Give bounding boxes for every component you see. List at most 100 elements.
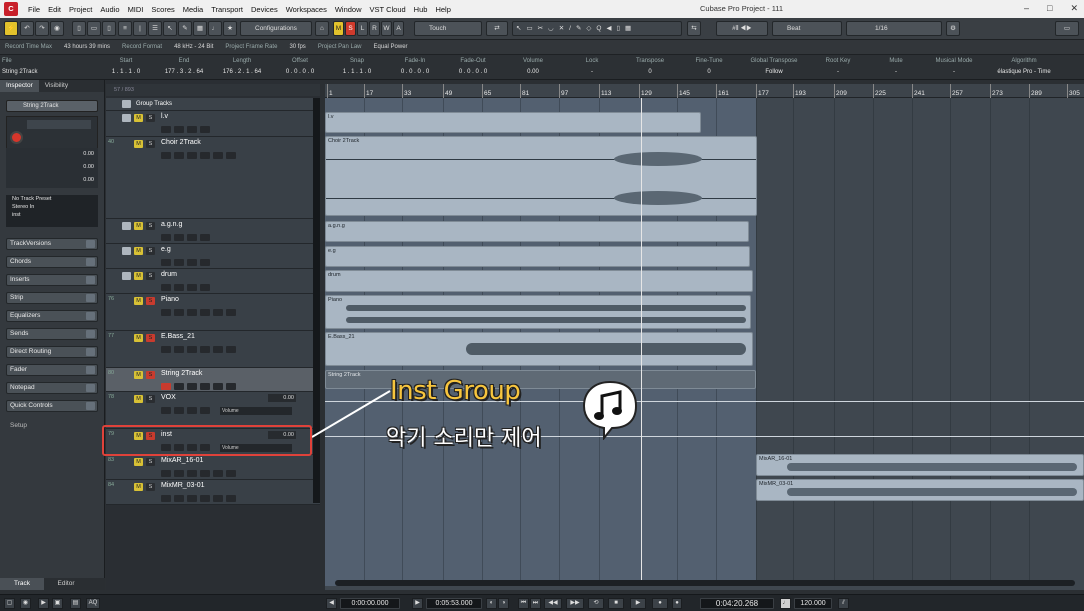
track-row[interactable]: 76 M S Piano: [106, 294, 320, 331]
tool-buttons[interactable]: ↖▭✂◡✕/✎◇Q◀▯▦: [512, 21, 682, 36]
track-controls[interactable]: [161, 383, 236, 391]
track-row[interactable]: 40 M S Choir 2Track: [106, 137, 320, 219]
horizontal-scrollbar[interactable]: [335, 580, 1075, 586]
write-automation-button[interactable]: W: [381, 21, 392, 36]
menu-audio[interactable]: Audio: [96, 5, 123, 14]
mute-button[interactable]: M: [134, 222, 143, 230]
menu-media[interactable]: Media: [179, 5, 207, 14]
section-chords[interactable]: Chords: [6, 256, 98, 268]
go-to-left-icon[interactable]: ◀: [326, 598, 337, 609]
star-icon[interactable]: ★: [223, 21, 237, 36]
transport-icon[interactable]: ◉: [20, 598, 31, 609]
transport-icon[interactable]: ▶: [38, 598, 49, 609]
track-controls[interactable]: [161, 234, 210, 242]
timeline-ruler[interactable]: 1 17 33 49 65 81 97 113 129 145 161 177 …: [325, 84, 1084, 98]
transport-icon[interactable]: ▤: [70, 598, 81, 609]
mute-button[interactable]: M: [134, 140, 143, 148]
quantize-settings-icon[interactable]: ⚙: [946, 21, 960, 36]
track-row-group-tracks[interactable]: Group Tracks: [106, 98, 320, 111]
output-routing[interactable]: inst: [12, 212, 92, 218]
section-notepad[interactable]: Notepad: [6, 382, 98, 394]
aq-button[interactable]: AQ: [86, 598, 100, 609]
punch-out-icon[interactable]: ◑: [498, 598, 509, 609]
menu-edit[interactable]: Edit: [44, 5, 65, 14]
solo-button[interactable]: S: [146, 334, 155, 342]
right-locator-display[interactable]: 0:05:53.000: [426, 598, 482, 609]
section-direct-routing[interactable]: Direct Routing: [6, 346, 98, 358]
configurations-dropdown[interactable]: Configurations: [240, 21, 312, 36]
minimize-icon[interactable]: –: [1024, 3, 1029, 14]
solo-button[interactable]: S: [146, 140, 155, 148]
menu-midi[interactable]: MIDI: [124, 5, 148, 14]
tab-track[interactable]: Track: [0, 578, 44, 590]
position-display[interactable]: 0:04:20.268: [700, 598, 774, 609]
lower-zone-icon[interactable]: ▭: [87, 21, 101, 36]
track-buttons[interactable]: [27, 120, 91, 129]
window-layout-icon[interactable]: ▭: [1055, 21, 1079, 36]
solo-button[interactable]: S: [146, 371, 155, 379]
left-zone-icon[interactable]: ▯: [72, 21, 86, 36]
mute-all-button[interactable]: M: [333, 21, 344, 36]
section-fader[interactable]: Fader: [6, 364, 98, 376]
go-to-start-icon[interactable]: ⏮: [518, 598, 529, 609]
event-drum[interactable]: drum: [325, 270, 753, 292]
metronome-icon[interactable]: ♩: [780, 598, 791, 609]
punch-icon[interactable]: ◐: [486, 598, 497, 609]
mute-button[interactable]: M: [134, 395, 143, 403]
menu-transport[interactable]: Transport: [207, 5, 247, 14]
list-icon[interactable]: ☰: [148, 21, 162, 36]
menu-devices[interactable]: Devices: [247, 5, 282, 14]
menu-hub[interactable]: Hub: [410, 5, 432, 14]
tab-visibility[interactable]: Visibility: [39, 80, 74, 92]
track-controls[interactable]: [161, 470, 236, 478]
track-controls[interactable]: [161, 284, 210, 292]
mute-button[interactable]: M: [134, 334, 143, 342]
volume-value[interactable]: 0.00: [268, 394, 296, 402]
playhead-cursor[interactable]: [641, 98, 642, 586]
grid-icon[interactable]: ▦: [193, 21, 207, 36]
track-row[interactable]: M S drum: [106, 269, 320, 294]
solo-button[interactable]: S: [146, 222, 155, 230]
event-piano[interactable]: Piano: [325, 295, 751, 329]
maximize-icon[interactable]: □: [1047, 3, 1052, 14]
event-mixmr[interactable]: MixMR_03-01: [756, 479, 1084, 501]
camera-icon[interactable]: ⌂: [315, 21, 329, 36]
track-row[interactable]: 83 M S MixAR_16-01: [106, 455, 320, 480]
tab-editor[interactable]: Editor: [44, 578, 88, 590]
tempo-display[interactable]: 120.000: [794, 598, 832, 609]
record-icon[interactable]: ●: [652, 598, 668, 609]
track-controls[interactable]: [161, 126, 210, 134]
solo-button[interactable]: S: [146, 458, 155, 466]
record-enable-icon[interactable]: [10, 131, 23, 144]
event-ebass[interactable]: E.Bass_21: [325, 332, 753, 366]
pointer-icon[interactable]: ↖: [163, 21, 177, 36]
undo-icon[interactable]: ↶: [20, 21, 34, 36]
solo-all-button[interactable]: S: [345, 21, 356, 36]
menu-workspaces[interactable]: Workspaces: [282, 5, 331, 14]
stop-icon[interactable]: ■: [608, 598, 624, 609]
snap-icons[interactable]: #⫴ ◀▶: [716, 21, 768, 36]
record-icon-small[interactable]: ●: [672, 598, 682, 609]
input-routing[interactable]: Stereo In: [12, 204, 92, 210]
volume-lane-label[interactable]: Volume: [220, 407, 292, 415]
edit-icon[interactable]: ✎: [178, 21, 192, 36]
cycle-icon[interactable]: ⟲: [588, 598, 604, 609]
listen-button[interactable]: L: [357, 21, 368, 36]
track-row[interactable]: M S l.v: [106, 111, 320, 137]
menu-vst-cloud[interactable]: VST Cloud: [366, 5, 410, 14]
quantize-dropdown[interactable]: 1/16: [846, 21, 942, 36]
mixer-icon[interactable]: ≡: [118, 21, 132, 36]
event-eg[interactable]: e.g: [325, 246, 750, 267]
track-controls[interactable]: [161, 152, 236, 160]
activate-project-button[interactable]: ⚡: [4, 21, 18, 36]
mute-button[interactable]: M: [134, 114, 143, 122]
mute-button[interactable]: M: [134, 272, 143, 280]
tab-inspector[interactable]: Inspector: [0, 80, 39, 92]
project-arrange-area[interactable]: l.v Choir 2Track a.g.n.g e.g drum Piano …: [325, 98, 1084, 590]
track-controls[interactable]: [161, 407, 210, 415]
solo-button[interactable]: S: [146, 395, 155, 403]
solo-button[interactable]: S: [146, 247, 155, 255]
automation-mode-dropdown[interactable]: Touch: [414, 21, 482, 36]
redo-icon[interactable]: ↷: [35, 21, 49, 36]
snap-type-dropdown[interactable]: Beat: [772, 21, 842, 36]
